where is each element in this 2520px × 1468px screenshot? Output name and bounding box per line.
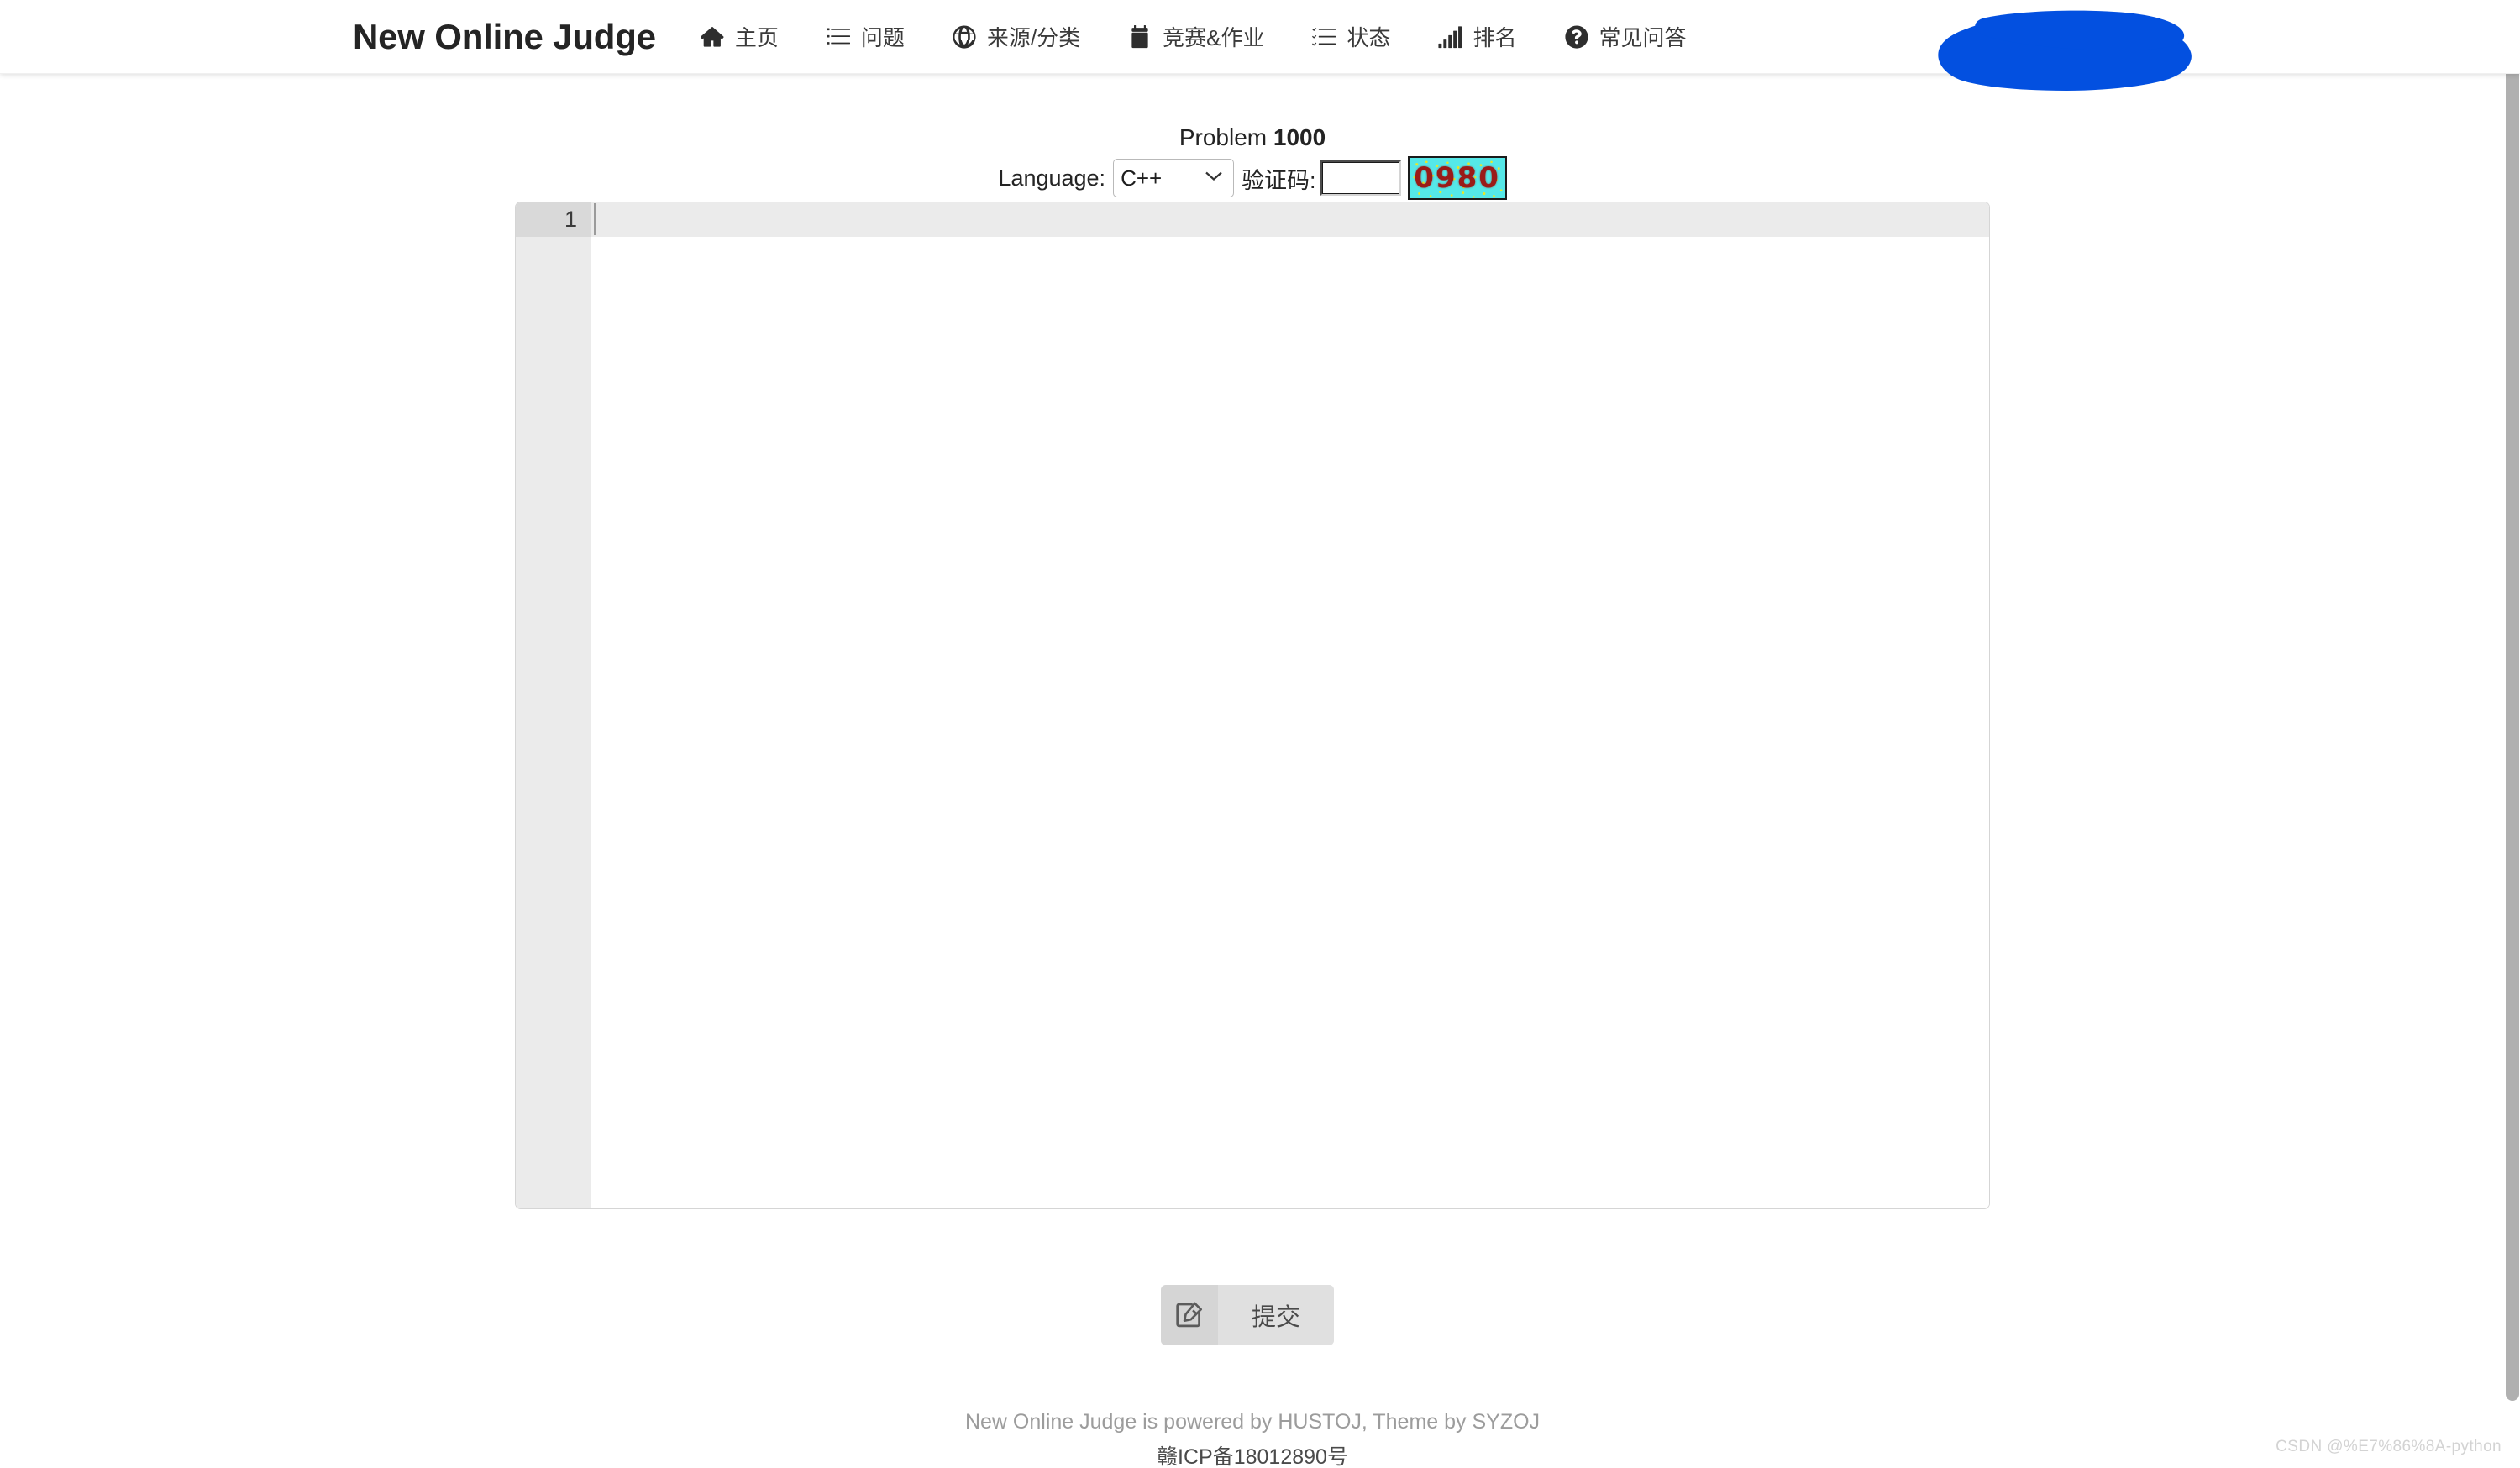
editor-gutter: 1 [516,202,591,1208]
problem-id: 1000 [1273,124,1326,150]
question-circle-icon [1564,24,1589,50]
nav-item-source-category[interactable]: 来源/分类 [952,21,1080,52]
page-scrollbar-track[interactable] [2505,0,2520,1468]
line-number: 1 [564,207,577,232]
submit-button[interactable]: 提交 [1161,1285,1335,1345]
navbar-inner: New Online Judge 主页 问题 来源/分类 竞赛&作业 状态 排名… [353,17,1687,57]
nav-item-contests-label: 竞赛&作业 [1163,25,1265,50]
editor-code-area[interactable] [591,202,1989,1208]
bar-chart-icon [1437,24,1462,50]
nav-item-ranking[interactable]: 排名 [1437,21,1517,52]
top-navbar: New Online Judge 主页 问题 来源/分类 竞赛&作业 状态 排名… [0,0,2520,91]
nav-item-faq-label: 常见问答 [1599,25,1687,50]
page-scrollbar-thumb[interactable] [2506,66,2519,1401]
language-label: Language: [998,165,1106,191]
edit-pencil-icon [1161,1285,1218,1345]
captcha-label: 验证码: [1242,167,1316,193]
nav-item-source-category-label: 来源/分类 [986,25,1081,50]
home-icon [700,24,725,50]
footer-icp-license[interactable]: 赣ICP备18012890号 [0,1439,2505,1468]
nav-item-contests[interactable]: 竞赛&作业 [1127,21,1264,52]
calendar-icon [1127,24,1152,50]
nav-item-ranking-label: 排名 [1473,25,1517,50]
code-editor[interactable]: 1 [515,202,1990,1209]
problem-title-prefix: Problem [1179,124,1273,150]
footer-powered-by: New Online Judge is powered by HUSTOJ, T… [964,1410,1541,1434]
nav-item-status-label: 状态 [1347,25,1391,50]
csdn-watermark: CSDN @%E7%86%8A-python [2276,1438,2502,1455]
nav-item-status[interactable]: 状态 [1311,21,1390,52]
navbar-links: 主页 问题 来源/分类 竞赛&作业 状态 排名 常见问答 [700,21,1687,52]
list-icon [826,24,851,50]
blue-redaction-blob [1938,10,2192,91]
language-select[interactable]: C++ [1113,159,1235,197]
nav-item-home[interactable]: 主页 [700,21,779,52]
captcha-image[interactable]: 0980 [1407,156,1507,200]
tasks-icon [1311,24,1336,50]
nav-item-problems-label: 问题 [860,25,905,50]
submit-form-row: Language: C++ 验证码: 0980 [0,156,2505,200]
submit-button-label: 提交 [1218,1285,1335,1345]
problem-title: Problem 1000 [0,124,2505,151]
globe-icon [952,24,977,50]
footer: New Online Judge is powered by HUSTOJ, T… [0,1404,2505,1468]
nav-item-faq[interactable]: 常见问答 [1564,21,1687,52]
text-caret [594,203,596,235]
captcha-text: 0980 [1414,161,1500,195]
site-brand[interactable]: New Online Judge [353,17,656,57]
nav-item-home-label: 主页 [734,25,779,50]
page-root: New Online Judge 主页 问题 来源/分类 竞赛&作业 状态 排名… [0,0,2520,1468]
nav-item-problems[interactable]: 问题 [826,21,905,52]
captcha-input[interactable] [1320,160,1401,196]
language-select-wrapper: C++ [1113,159,1235,197]
active-line-highlight [591,202,1989,237]
